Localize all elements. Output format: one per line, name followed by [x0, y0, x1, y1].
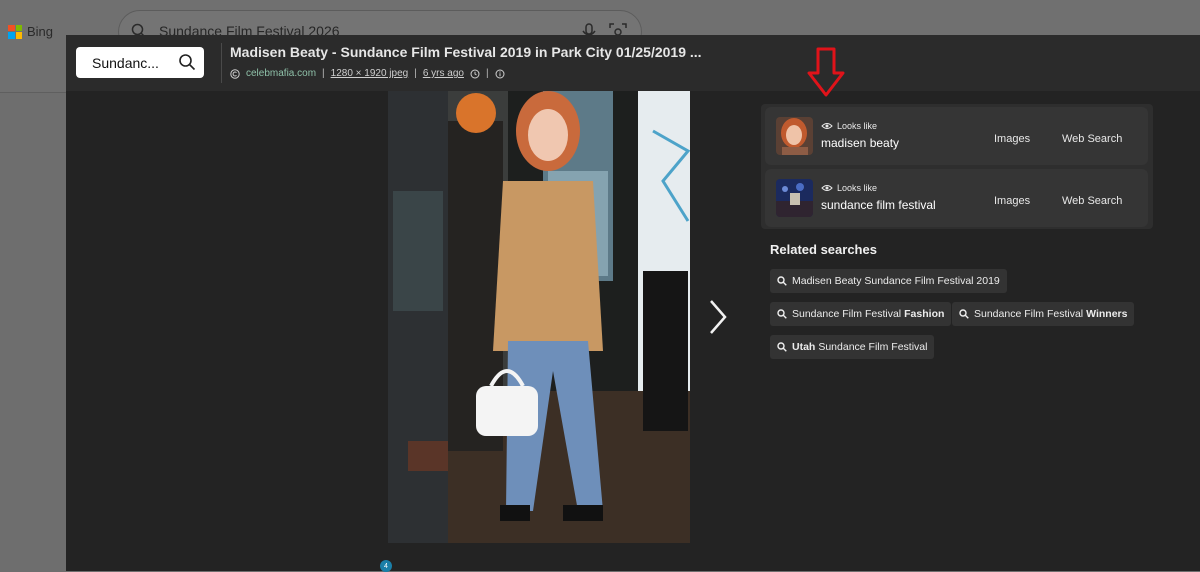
related-search-chip[interactable]: Utah Sundance Film Festival: [770, 335, 935, 359]
copyright-icon: [230, 68, 240, 79]
looks-like-label: Looks like: [821, 121, 877, 131]
web-search-button[interactable]: Web Search: [1062, 133, 1122, 145]
meta-separator: |: [414, 68, 417, 79]
image-source-link[interactable]: celebmafia.com: [246, 68, 316, 79]
looks-like-label-text: Looks like: [837, 183, 878, 193]
related-search-chip[interactable]: Sundance Film Festival Winners: [952, 302, 1135, 326]
looks-like-row[interactable]: Looks like sundance film festival Images…: [765, 169, 1148, 227]
event-thumbnail-image: [776, 179, 813, 217]
image-title[interactable]: Madisen Beaty - Sundance Film Festival 2…: [230, 44, 702, 60]
microsoft-logo-icon: [8, 24, 22, 39]
image-viewer-overlay: Sundanc... Madisen Beaty - Sundance Film…: [66, 35, 1200, 572]
bing-logo[interactable]: Bing: [8, 24, 53, 39]
looks-like-name[interactable]: madisen beaty: [821, 136, 899, 150]
viewer-search-box[interactable]: Sundanc...: [76, 47, 204, 78]
looks-like-label-text: Looks like: [837, 121, 878, 131]
related-search-chip[interactable]: Madisen Beaty Sundance Film Festival 201…: [770, 269, 1007, 293]
related-search-bold-text: Fashion: [904, 308, 945, 320]
person-thumbnail-image: [776, 117, 813, 155]
meta-separator: |: [485, 68, 489, 79]
search-icon: [959, 309, 969, 319]
search-icon: [777, 309, 787, 319]
viewer-search-input[interactable]: Sundanc...: [92, 55, 159, 71]
web-search-button[interactable]: Web Search: [1062, 195, 1122, 207]
related-search-chip[interactable]: Sundance Film Festival Fashion: [770, 302, 952, 326]
eye-icon: [821, 185, 833, 191]
related-searches-title: Related searches: [770, 242, 877, 257]
image-count-badge: 4: [380, 560, 392, 572]
related-search-text: Sundance Film Festival: [792, 308, 902, 320]
eye-icon: [821, 123, 833, 129]
related-search-bold-text: Winners: [1086, 308, 1128, 320]
annotation-arrow-icon: [807, 47, 845, 97]
image-dimensions[interactable]: 1280 × 1920 jpeg: [331, 68, 409, 79]
next-image-arrow-icon[interactable]: [706, 297, 730, 337]
meta-separator: |: [322, 68, 325, 79]
main-image[interactable]: [388, 91, 690, 543]
image-meta: celebmafia.com | 1280 × 1920 jpeg | 6 yr…: [230, 68, 505, 79]
search-icon[interactable]: [178, 53, 196, 71]
looks-like-thumbnail[interactable]: [776, 179, 813, 217]
bing-logo-text: Bing: [27, 24, 54, 39]
related-search-text: Sundance Film Festival: [974, 308, 1084, 320]
related-search-text: Sundance Film Festival: [818, 341, 928, 353]
related-search-bold-text: Utah: [792, 341, 816, 353]
search-icon: [777, 342, 787, 352]
looks-like-thumbnail[interactable]: [776, 117, 813, 155]
topbar-divider: [221, 43, 222, 83]
looks-like-row[interactable]: Looks like madisen beaty Images Web Sear…: [765, 107, 1148, 165]
looks-like-label: Looks like: [821, 183, 877, 193]
info-icon[interactable]: [495, 69, 505, 79]
looks-like-name[interactable]: sundance film festival: [821, 198, 936, 212]
images-button[interactable]: Images: [994, 133, 1030, 145]
images-button[interactable]: Images: [994, 195, 1030, 207]
looks-like-panel: Looks like madisen beaty Images Web Sear…: [761, 104, 1153, 229]
viewer-topbar: Sundanc... Madisen Beaty - Sundance Film…: [66, 35, 1200, 91]
image-age[interactable]: 6 yrs ago: [423, 68, 464, 79]
related-search-text: Madisen Beaty Sundance Film Festival 201…: [792, 275, 1000, 287]
search-icon: [777, 276, 787, 286]
history-icon[interactable]: [470, 69, 480, 79]
main-image-photo: [388, 91, 690, 543]
